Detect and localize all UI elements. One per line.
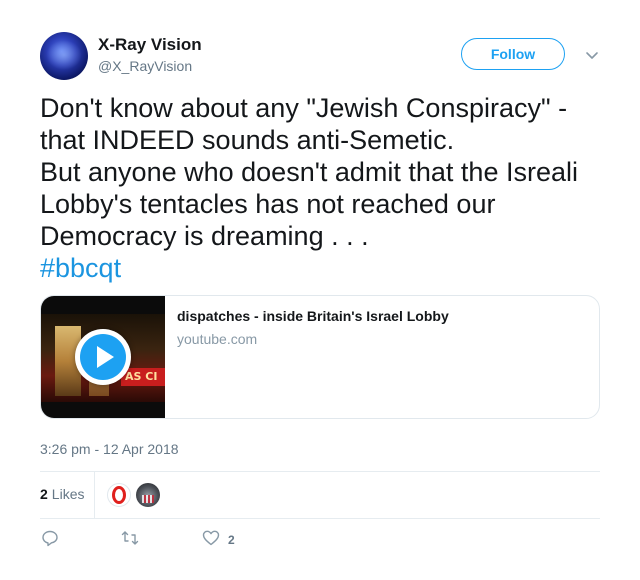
video-thumbnail[interactable]: AS CI xyxy=(41,296,165,418)
user-handle[interactable]: @X_RayVision xyxy=(98,58,192,74)
tweet-text-line: Lobby's tentacles has not reached our xyxy=(40,189,496,219)
likes-count: 2 xyxy=(40,486,48,502)
user-avatar[interactable] xyxy=(40,32,88,80)
thumbnail-sign-text: AS CI xyxy=(125,370,158,383)
reply-button[interactable] xyxy=(41,530,59,550)
tweet-text-line: that INDEED sounds anti-Semetic. xyxy=(40,125,455,155)
card-domain: youtube.com xyxy=(177,331,258,347)
reply-icon xyxy=(41,529,59,552)
like-button[interactable]: 2 xyxy=(202,530,235,550)
chevron-down-icon[interactable] xyxy=(584,47,600,63)
liker-avatar-pattern xyxy=(142,495,154,503)
divider xyxy=(40,518,600,519)
liker-avatar-logo xyxy=(112,486,126,504)
tweet: X-Ray Vision @X_RayVision Follow Don't k… xyxy=(40,0,600,580)
follow-button[interactable]: Follow xyxy=(461,38,565,70)
link-card[interactable]: AS CI dispatches - inside Britain's Isra… xyxy=(40,295,600,419)
tweet-text: Don't know about any "Jewish Conspiracy"… xyxy=(40,92,600,284)
liker-avatar[interactable] xyxy=(107,483,131,507)
tweet-text-line: Don't know about any "Jewish Conspiracy"… xyxy=(40,93,568,123)
display-name[interactable]: X-Ray Vision xyxy=(98,35,202,55)
retweet-icon xyxy=(121,529,139,552)
heart-icon xyxy=(202,529,220,552)
card-title[interactable]: dispatches - inside Britain's Israel Lob… xyxy=(177,308,449,324)
divider xyxy=(40,471,600,472)
avatar-glow xyxy=(46,40,82,70)
divider xyxy=(94,472,95,518)
tweet-text-line: Democracy is dreaming . . . xyxy=(40,221,369,251)
hashtag-link[interactable]: #bbcqt xyxy=(40,252,600,284)
likes-label: Likes xyxy=(51,486,85,502)
play-icon-inner xyxy=(80,334,126,380)
likes-stat[interactable]: 2 Likes xyxy=(40,486,84,502)
tweet-timestamp[interactable]: 3:26 pm - 12 Apr 2018 xyxy=(40,441,179,457)
tweet-actions: 2 xyxy=(40,530,600,552)
retweet-button[interactable] xyxy=(121,530,139,550)
liker-avatar[interactable] xyxy=(136,483,160,507)
play-icon[interactable] xyxy=(75,329,131,385)
like-count: 2 xyxy=(228,533,235,547)
tweet-text-line: But anyone who doesn't admit that the Is… xyxy=(40,157,578,187)
